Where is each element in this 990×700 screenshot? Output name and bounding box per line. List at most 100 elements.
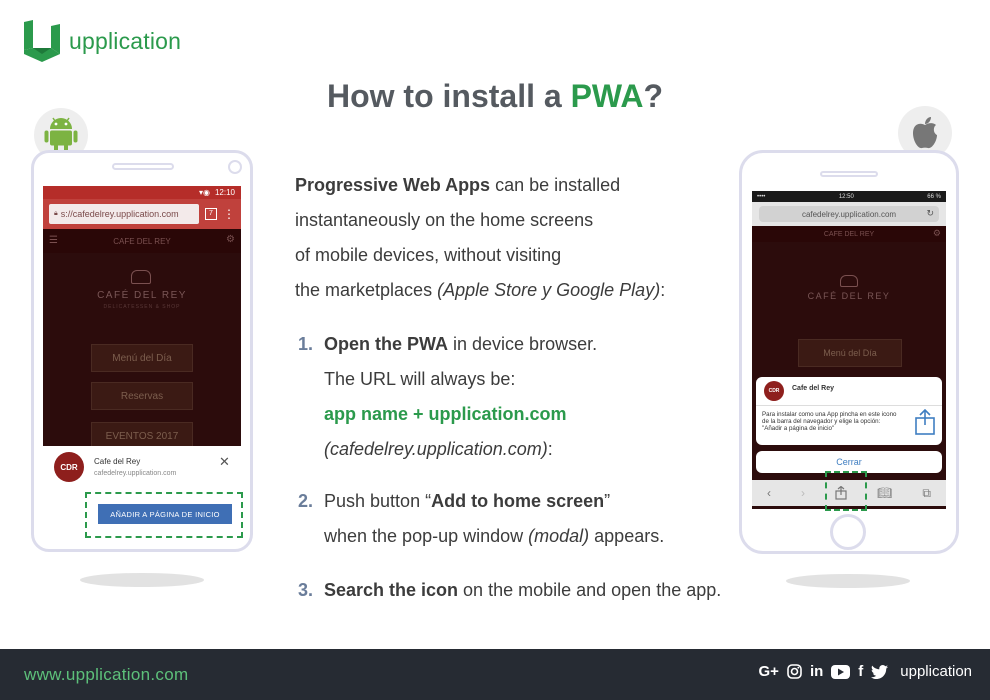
google-plus-icon[interactable]: G+ <box>759 663 779 680</box>
gear-icon[interactable]: ⚙ <box>933 228 941 239</box>
twitter-icon[interactable] <box>871 664 889 679</box>
android-app-title: CAFE DEL REY <box>113 236 171 246</box>
title-prefix: How to install a <box>326 78 571 114</box>
intro-line4-suffix: : <box>660 280 666 300</box>
title-suffix: ? <box>643 78 663 114</box>
more-menu-icon[interactable]: ⋮ <box>223 207 235 221</box>
step1-example-url: (cafedelrey.upplication.com) <box>324 439 548 459</box>
step3-bold: Search the icon <box>324 580 459 600</box>
iphone-status-bar: •••• 12:50 66 % <box>752 191 946 202</box>
instagram-icon[interactable] <box>787 664 802 679</box>
step-number: 3. <box>298 580 314 600</box>
iphone-install-modal: CDR Cafe del Rey Para instalar como una … <box>756 377 942 445</box>
android-sheet-name: Cafe del Rey <box>94 457 141 466</box>
step1-line2: The URL will always be: <box>324 369 516 389</box>
iphone-modal-text: Para instalar como una App pincha en est… <box>762 411 897 432</box>
forward-icon[interactable]: › <box>801 486 805 500</box>
tabs-count-button[interactable]: 7 <box>205 208 217 220</box>
facebook-icon[interactable]: f <box>858 663 863 680</box>
android-time: 12:10 <box>214 188 235 197</box>
iphone-url-field[interactable]: cafedelrey.upplication.com ↻ <box>759 206 939 222</box>
android-camera <box>228 160 242 174</box>
android-status-bar: ▾◉ 12:10 <box>43 186 241 199</box>
linkedin-icon[interactable]: in <box>810 663 823 680</box>
iphone-brand-name: CAFÉ DEL REY <box>807 291 891 301</box>
intro-bold: Progressive Web Apps <box>295 175 491 195</box>
android-app-bar: ☰ CAFE DEL REY ⚙ <box>43 229 241 253</box>
android-brand-name: CAFÉ DEL REY <box>97 290 187 301</box>
bookmarks-icon[interactable]: 📖︎ <box>877 486 892 500</box>
back-icon[interactable]: ‹ <box>767 486 771 500</box>
social-links: G+ in f upplication <box>759 663 973 680</box>
step3-line1: on the mobile and open the app. <box>458 580 722 600</box>
upplication-logo[interactable]: upplication <box>24 20 181 62</box>
iphone-app-title: CAFE DEL REY <box>823 230 875 238</box>
reservas-button[interactable]: Reservas <box>91 382 193 410</box>
step2-line2-suffix: appears. <box>589 526 665 546</box>
footer-brand[interactable]: upplication <box>900 663 972 680</box>
crown-icon <box>840 275 858 287</box>
home-button[interactable] <box>830 514 866 550</box>
step2-suffix: ” <box>604 491 611 511</box>
menu-del-dia-button[interactable]: Menú del Día <box>91 344 193 372</box>
step-number: 1. <box>298 334 314 354</box>
title-highlight: PWA <box>570 78 644 114</box>
step1-line4-suffix: : <box>547 439 553 459</box>
crown-icon <box>131 270 151 284</box>
modal-divider <box>756 405 942 406</box>
iphone-app-bar: CAFE DEL REY ⚙ <box>752 226 946 242</box>
android-brand-sub: DELICATESSEN & SHOP <box>103 304 181 310</box>
hamburger-menu-icon[interactable]: ☰ <box>49 235 58 246</box>
step2-line2-italic: (modal) <box>528 526 590 546</box>
android-url-bar: 🔒︎ s://cafedelrey.upplication.com 7 ⋮ <box>43 199 241 229</box>
android-highlight-box <box>85 492 243 538</box>
gear-icon[interactable]: ⚙ <box>226 234 235 245</box>
iphone-url-bar: cafedelrey.upplication.com ↻ <box>752 202 946 226</box>
iphone-screen: •••• 12:50 66 % cafedelrey.upplication.c… <box>752 191 946 509</box>
signal-icon: ▾◉ <box>198 188 210 197</box>
iphone-highlight-box <box>825 471 867 511</box>
android-sheet-url: cafedelrey.upplication.com <box>94 470 177 477</box>
android-url-field[interactable]: 🔒︎ s://cafedelrey.upplication.com <box>49 204 199 224</box>
step1-url-formula: app name + upplication.com <box>324 404 567 424</box>
step2-bold: Add to home screen <box>431 491 605 511</box>
step-number: 2. <box>298 491 314 511</box>
lock-icon: 🔒︎ <box>54 210 58 217</box>
cdr-logo: CDR <box>54 452 84 482</box>
apple-icon <box>913 117 937 149</box>
intro-paragraph: Progressive Web Apps can be installed in… <box>295 168 735 308</box>
android-icon <box>44 117 78 153</box>
android-speaker <box>112 163 174 170</box>
iphone-shadow <box>786 574 910 588</box>
reload-icon[interactable]: ↻ <box>926 208 934 219</box>
share-icon <box>915 409 935 435</box>
step2-line2-prefix: when the pop-up window <box>324 526 529 546</box>
close-icon[interactable]: ✕ <box>219 454 230 470</box>
iphone-signal: •••• <box>757 193 766 200</box>
iphone-time: 12:50 <box>838 193 854 200</box>
footer-website-link[interactable]: www.upplication.com <box>24 665 188 685</box>
footer: www.upplication.com G+ in f upplication <box>0 649 990 700</box>
iphone-speaker <box>820 171 878 177</box>
step1-line1: in device browser. <box>448 334 598 354</box>
step1-bold: Open the PWA <box>324 334 449 354</box>
intro-line3: of mobile devices, without visiting <box>295 245 562 265</box>
tabs-icon[interactable]: ⧉ <box>922 486 931 501</box>
step2-prefix: Push button “ <box>324 491 432 511</box>
intro-line4-prefix: the marketplaces <box>295 280 438 300</box>
iphone-url-text: cafedelrey.upplication.com <box>801 209 897 219</box>
menu-del-dia-button[interactable]: Menú del Día <box>798 339 902 367</box>
cerrar-button[interactable]: Cerrar <box>756 451 942 473</box>
upplication-logo-icon <box>24 20 60 62</box>
cdr-logo: CDR <box>764 381 784 401</box>
android-screen: ▾◉ 12:10 🔒︎ s://cafedelrey.upplication.co… <box>43 186 241 538</box>
intro-line4-italic: (Apple Store y Google Play) <box>437 280 661 300</box>
page-title: How to install a PWA? <box>0 78 990 115</box>
youtube-icon[interactable] <box>831 664 851 679</box>
android-shadow <box>80 573 204 587</box>
android-url-text: s://cafedelrey.upplication.com <box>60 209 179 219</box>
iphone-battery: 66 % <box>927 193 941 200</box>
intro-line2: instantaneously on the home screens <box>295 210 594 230</box>
logo-text: upplication <box>69 27 182 54</box>
iphone-modal-name: Cafe del Rey <box>792 385 835 392</box>
